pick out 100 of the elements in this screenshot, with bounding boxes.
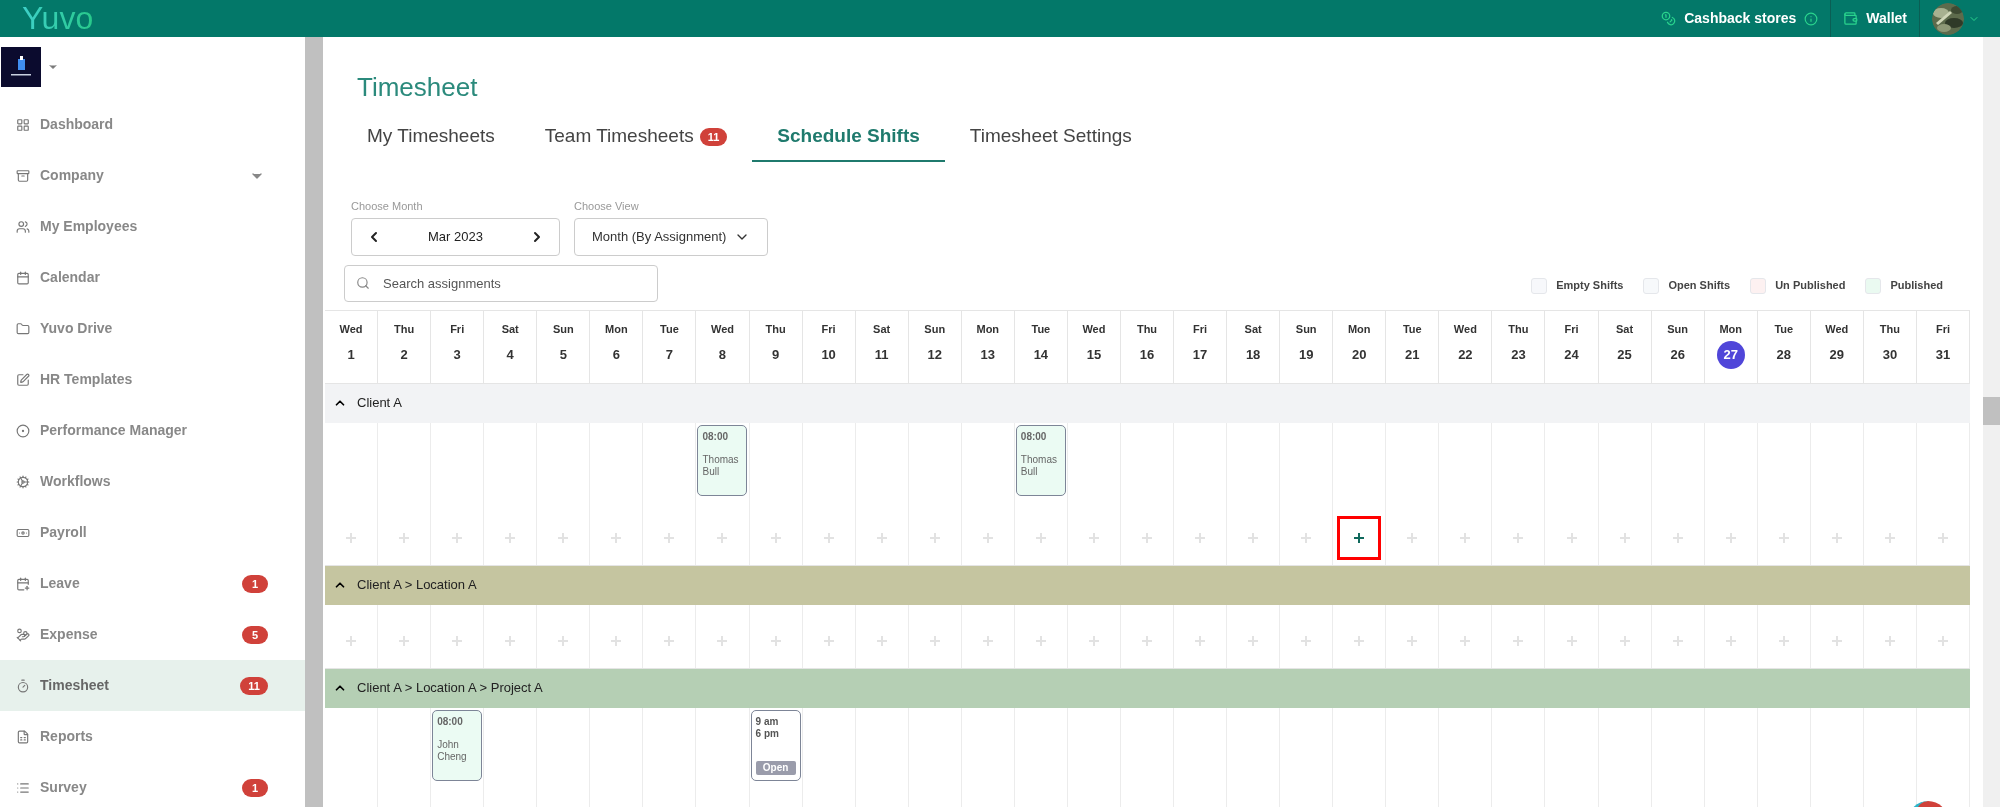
day-number: 31 bbox=[1934, 346, 1952, 365]
sidebar-scrollbar[interactable] bbox=[305, 37, 323, 807]
plus-icon bbox=[981, 531, 994, 544]
sidebar-label: Workflows bbox=[40, 472, 111, 491]
sidebar-item[interactable]: Performance Manager bbox=[0, 405, 305, 456]
shift-card[interactable]: 08:00 John Cheng bbox=[432, 709, 483, 781]
group-header[interactable]: Client A > Location A > Project A bbox=[325, 667, 1970, 708]
day-number: 6 bbox=[611, 346, 621, 365]
plus-icon bbox=[1936, 531, 1949, 544]
sidebar-item[interactable]: Survey 1 bbox=[0, 762, 305, 807]
sidebar-label: Timesheet bbox=[40, 676, 109, 695]
weekday-label: Sat bbox=[1616, 321, 1634, 337]
day-number: 3 bbox=[452, 346, 462, 365]
month-picker[interactable]: Mar 2023 bbox=[351, 217, 560, 256]
wallet-icon bbox=[1843, 11, 1859, 26]
day-number: 25 bbox=[1616, 346, 1633, 365]
day-number: 13 bbox=[979, 346, 997, 365]
weekday-label: Sun bbox=[552, 321, 574, 337]
shift-card[interactable]: 9 am 6 pm Open bbox=[750, 709, 801, 781]
day-number: 17 bbox=[1191, 346, 1209, 365]
plus-icon bbox=[1194, 634, 1207, 647]
sidebar-label: Company bbox=[40, 166, 104, 185]
sidebar-item[interactable]: Dashboard bbox=[0, 99, 305, 150]
weekday-label: Wed bbox=[710, 321, 734, 337]
count-badge: 1 bbox=[242, 574, 268, 593]
sidebar-label: Yuvo Drive bbox=[40, 319, 113, 338]
plus-icon bbox=[769, 634, 782, 647]
tab[interactable]: My Timesheets bbox=[342, 113, 520, 162]
sidebar-label: Calendar bbox=[40, 268, 100, 287]
count-badge: 1 bbox=[242, 778, 268, 797]
sidebar-label: HR Templates bbox=[40, 370, 133, 389]
group-title: Client A > Location A bbox=[357, 576, 477, 595]
plus-icon bbox=[1141, 531, 1153, 544]
shift-card[interactable]: 08:00 Thomas Bull bbox=[697, 424, 748, 496]
plus-icon bbox=[1512, 531, 1525, 544]
plus-icon bbox=[610, 634, 623, 647]
weekday-label: Sat bbox=[1244, 321, 1262, 337]
weekday-label: Tue bbox=[1402, 321, 1422, 337]
plus-icon bbox=[1830, 531, 1843, 544]
plus-icon bbox=[1406, 634, 1419, 647]
day-number: 10 bbox=[820, 346, 837, 365]
calendar-plus-icon bbox=[16, 576, 30, 591]
info-icon[interactable] bbox=[1804, 11, 1819, 26]
group-header[interactable]: Client A bbox=[325, 382, 1970, 423]
sidebar-item[interactable]: Payroll bbox=[0, 507, 305, 558]
weekday-label: Wed bbox=[1082, 321, 1106, 337]
day-number: 11 bbox=[873, 346, 890, 365]
day-number: 23 bbox=[1510, 346, 1527, 365]
weekday-label: Tue bbox=[1774, 321, 1794, 337]
day-number: 18 bbox=[1244, 346, 1262, 365]
group-title: Client A bbox=[357, 394, 402, 413]
sidebar-item[interactable]: Company bbox=[0, 150, 305, 201]
sidebar-item[interactable]: My Employees bbox=[0, 201, 305, 252]
sidebar-item[interactable]: Leave 1 bbox=[0, 558, 305, 609]
shift-time: 08:00 bbox=[1020, 430, 1048, 443]
plus-icon bbox=[1777, 531, 1790, 544]
plus-icon bbox=[1353, 531, 1366, 544]
tab[interactable]: Team Timesheets 11 bbox=[519, 113, 753, 162]
field-label: Choose Month bbox=[351, 199, 424, 214]
day-number: 15 bbox=[1085, 346, 1103, 365]
sidebar-item[interactable]: Reports bbox=[0, 711, 305, 762]
sidebar-label: Expense bbox=[40, 625, 98, 644]
plus-icon bbox=[1512, 634, 1525, 647]
plus-icon bbox=[1777, 634, 1790, 647]
plus-icon bbox=[1830, 634, 1843, 647]
sidebar-item[interactable]: Calendar bbox=[0, 252, 305, 303]
tab[interactable]: Timesheet Settings bbox=[944, 113, 1157, 162]
weekday-label: Fri bbox=[1193, 321, 1208, 337]
group-header[interactable]: Client A > Location A bbox=[325, 564, 1970, 605]
plus-icon bbox=[875, 531, 888, 544]
group-title: Client A > Location A > Project A bbox=[357, 679, 543, 698]
day-number: 14 bbox=[1032, 346, 1050, 365]
plus-icon bbox=[1565, 634, 1578, 647]
add-shift-button[interactable] bbox=[1337, 515, 1382, 560]
weekday-label: Thu bbox=[394, 321, 415, 337]
day-number: 2 bbox=[399, 346, 409, 365]
sidebar-label: Leave bbox=[40, 574, 80, 593]
sidebar-item[interactable]: Workflows bbox=[0, 456, 305, 507]
plus-icon bbox=[345, 531, 358, 544]
sidebar-item[interactable]: Yuvo Drive bbox=[0, 303, 305, 354]
company-logo[interactable] bbox=[1, 47, 41, 87]
day-number: 21 bbox=[1404, 346, 1421, 365]
sidebar-item[interactable]: Expense 5 bbox=[0, 609, 305, 660]
sidebar-item[interactable]: Timesheet 11 bbox=[0, 660, 305, 711]
coins-icon bbox=[1661, 11, 1677, 26]
search-field[interactable]: Search assignments bbox=[344, 264, 658, 302]
plus-icon bbox=[451, 531, 464, 544]
topbar-link[interactable]: Cashback stores bbox=[1684, 8, 1797, 29]
spreadsheet-icon bbox=[16, 729, 30, 744]
tab[interactable]: Schedule Shifts bbox=[752, 113, 945, 162]
shift-card[interactable]: 08:00 Thomas Bull bbox=[1015, 424, 1066, 496]
employee-name: John Cheng bbox=[437, 738, 468, 763]
stopwatch-icon bbox=[16, 678, 30, 693]
sidebar-item[interactable]: HR Templates bbox=[0, 354, 305, 405]
scrollbar[interactable] bbox=[1983, 37, 2000, 807]
plus-icon bbox=[1247, 634, 1260, 647]
legend-label: Open Shifts bbox=[1668, 278, 1731, 294]
topbar-link[interactable]: Wallet bbox=[1866, 8, 1907, 29]
plus-icon bbox=[1883, 531, 1896, 544]
view-dropdown[interactable]: Month (By Assignment) bbox=[574, 217, 769, 256]
